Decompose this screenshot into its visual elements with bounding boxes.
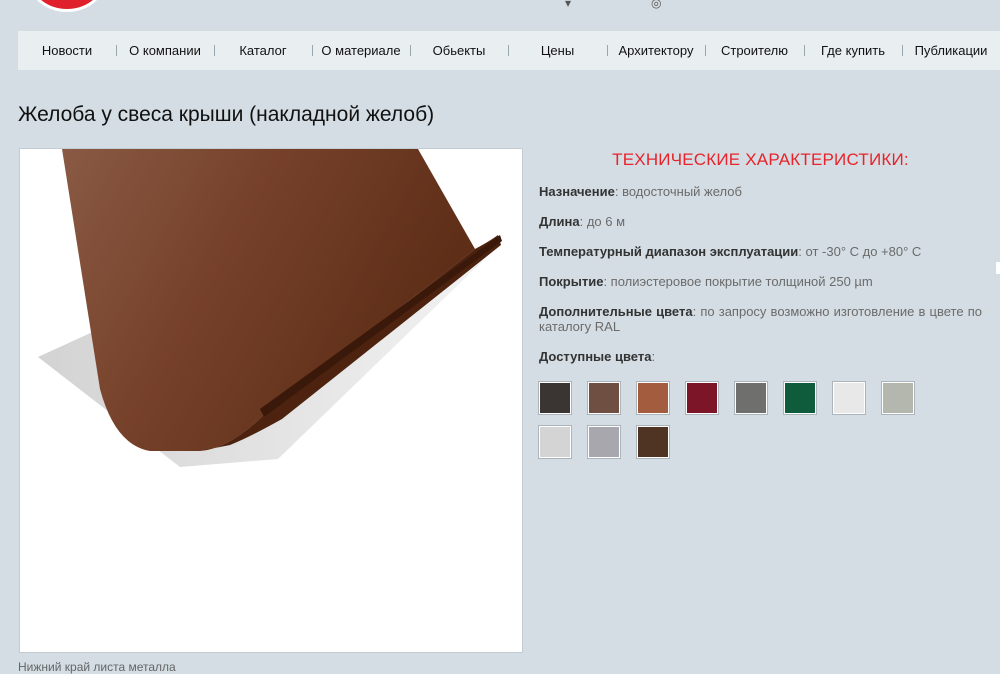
color-swatch[interactable] [636, 381, 670, 415]
nav-item-about[interactable]: О компании [116, 31, 214, 70]
nav-item-material[interactable]: О материале [312, 31, 410, 70]
nav-item-publications[interactable]: Публикации [902, 31, 1000, 70]
color-swatch[interactable] [685, 381, 719, 415]
color-swatch[interactable] [783, 381, 817, 415]
brand-logo[interactable] [30, 0, 104, 12]
spec-label: Температурный диапазон эксплуатации [539, 244, 799, 259]
color-swatch[interactable] [587, 425, 621, 459]
specs-title: ТЕХНИЧЕСКИЕ ХАРАКТЕРИСТИКИ: [612, 150, 909, 169]
color-swatch[interactable] [832, 381, 866, 415]
nav-item-catalog[interactable]: Каталог [214, 31, 312, 70]
header-icons: ▾◎ [565, 0, 742, 10]
color-swatch[interactable] [734, 381, 768, 415]
spec-temperature: Температурный диапазон эксплуатации: от … [539, 244, 922, 259]
spec-extra-colors: Дополнительные цвета: по запросу возможн… [539, 304, 982, 334]
spec-label: Длина [539, 214, 580, 229]
nav-item-builder[interactable]: Строителю [705, 31, 804, 70]
main-nav: Новости О компании Каталог О материале О… [18, 31, 1000, 70]
gutter-illustration [38, 149, 502, 467]
spec-value: до 6 м [586, 214, 626, 229]
spec-label: Дополнительные цвета [539, 304, 693, 319]
image-caption: Нижний край листа металла [18, 660, 176, 674]
color-swatch[interactable] [587, 381, 621, 415]
spec-purpose: Назначение: водосточный желоб [539, 184, 742, 199]
spec-label: Покрытие [539, 274, 604, 289]
nav-item-prices[interactable]: Цены [508, 31, 607, 70]
scroll-marker [996, 262, 1000, 274]
spec-length: Длина: до 6 м [539, 214, 626, 229]
nav-item-objects[interactable]: Обьекты [410, 31, 508, 70]
spec-label: Назначение [539, 184, 615, 199]
color-swatch[interactable] [538, 381, 572, 415]
product-image[interactable] [19, 148, 523, 653]
page-title: Желоба у свеса крыши (накладной желоб) [18, 103, 435, 126]
spec-value: от -30° C до +80° C [805, 244, 922, 259]
nav-item-where-to-buy[interactable]: Где купить [804, 31, 902, 70]
specs-panel: ТЕХНИЧЕСКИЕ ХАРАКТЕРИСТИКИ: Назначение: … [538, 150, 982, 459]
spec-value: водосточный желоб [622, 184, 742, 199]
nav-item-architect[interactable]: Архитектору [607, 31, 705, 70]
spec-value: полиэстеровое покрытие толщиной 250 µm [610, 274, 873, 289]
color-swatch[interactable] [636, 425, 670, 459]
spec-label: Доступные цвета [539, 349, 652, 364]
spec-coating: Покрытие: полиэстеровое покрытие толщино… [539, 274, 873, 289]
spec-available-colors: Доступные цвета: [539, 349, 656, 364]
color-swatch[interactable] [538, 425, 572, 459]
nav-item-news[interactable]: Новости [18, 31, 116, 70]
color-swatches [538, 381, 939, 459]
color-swatch[interactable] [881, 381, 915, 415]
